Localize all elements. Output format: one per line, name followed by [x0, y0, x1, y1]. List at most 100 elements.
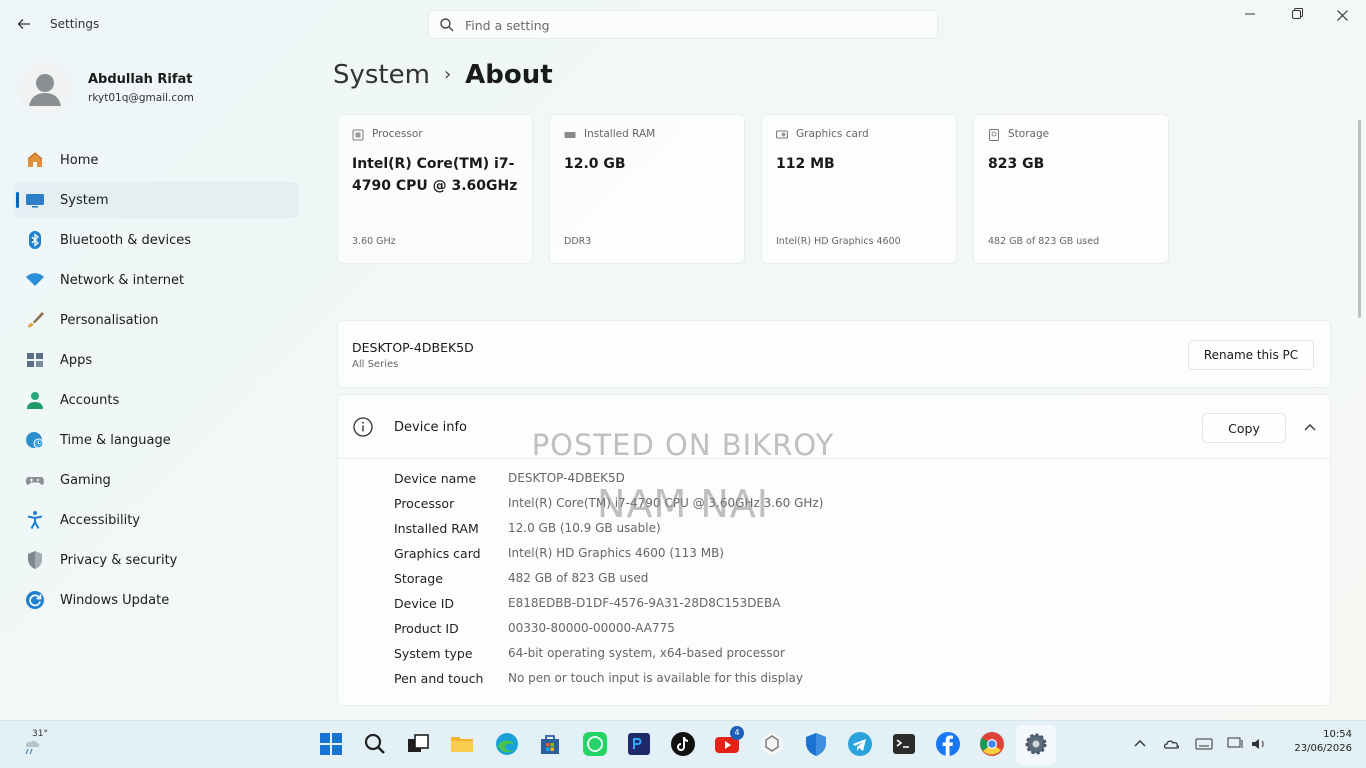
spec-card-value: 823 GB [988, 156, 1045, 172]
pc-series: All Series [352, 359, 399, 370]
keyboard-icon[interactable] [1195, 735, 1213, 753]
clock-date: 23/06/2026 [1294, 743, 1352, 754]
weather-temp: 31° [32, 729, 48, 739]
start-icon[interactable] [318, 731, 344, 757]
sidebar-item-windows-update[interactable]: Windows Update [14, 582, 298, 618]
weather-widget[interactable]: 31° [20, 729, 60, 761]
device-info-key: Device ID [394, 596, 455, 611]
sidebar-item-personalisation[interactable]: Personalisation [14, 302, 298, 338]
terminal-icon[interactable] [891, 731, 917, 757]
display-icon[interactable] [1226, 735, 1244, 753]
sidebar-item-system[interactable]: System [14, 182, 298, 218]
search-input[interactable] [465, 15, 925, 35]
spec-card-ram: Installed RAM 12.0 GB DDR3 [549, 114, 745, 264]
device-info-value: 12.0 GB (10.9 GB usable) [508, 521, 661, 535]
sidebar-item-bluetooth[interactable]: Bluetooth & devices [14, 222, 298, 258]
chevron-up-icon [1304, 424, 1316, 431]
user-profile[interactable]: Abdullah Rifat rkyt01q@gmail.com [18, 62, 278, 118]
copy-button[interactable]: Copy [1202, 413, 1286, 443]
breadcrumb-parent[interactable]: System [333, 60, 430, 90]
device-info-value: DESKTOP-4DBEK5D [508, 471, 625, 485]
app-title: Settings [50, 17, 100, 31]
store-icon[interactable] [537, 731, 563, 757]
brush-icon [28, 312, 44, 328]
sidebar-item-accessibility[interactable]: Accessibility [14, 502, 298, 538]
spec-card-value: 112 MB [776, 156, 835, 172]
close-button[interactable] [1330, 6, 1354, 26]
onedrive-icon[interactable] [1163, 735, 1181, 753]
facebook-icon[interactable] [935, 731, 961, 757]
user-email: rkyt01q@gmail.com [88, 92, 194, 104]
sidebar-item-label: Accounts [60, 393, 120, 408]
device-info-key: Device name [394, 471, 477, 486]
file-explorer-icon[interactable] [449, 731, 475, 757]
spec-card-label: Graphics card [796, 128, 869, 140]
device-info-row: Graphics card Intel(R) HD Graphics 4600 (… [394, 546, 1294, 571]
sidebar-item-network[interactable]: Network & internet [14, 262, 298, 298]
settings-icon[interactable] [1023, 731, 1049, 757]
taskbar: 31° 4 10:54 23/06/2026 [0, 720, 1366, 768]
device-info-value: 482 GB of 823 GB used [508, 571, 649, 585]
sidebar-item-label: Accessibility [60, 513, 140, 528]
device-info-key: Storage [394, 571, 443, 586]
accounts-icon [27, 392, 43, 409]
device-info-key: Graphics card [394, 546, 481, 561]
update-icon [26, 591, 44, 609]
youtube-app[interactable]: 4 [714, 726, 744, 757]
avatar-person-icon [29, 74, 61, 106]
sidebar-item-privacy[interactable]: Privacy & security [14, 542, 298, 578]
clock[interactable]: 10:54 23/06/2026 [1280, 729, 1352, 754]
device-info-row: Storage 482 GB of 823 GB used [394, 571, 1294, 596]
spec-card-value: Intel(R) Core(TM) i7-4790 CPU @ 3.60GHz [352, 156, 518, 194]
edge-icon[interactable] [494, 731, 520, 757]
collapse-button[interactable] [1298, 415, 1322, 439]
chevron-up-icon[interactable] [1131, 735, 1149, 753]
pc-name: DESKTOP-4DBEK5D [352, 340, 474, 355]
sidebar-item-label: Network & internet [60, 273, 185, 288]
photoshop-icon[interactable] [626, 731, 652, 757]
scrollbar[interactable] [1358, 120, 1361, 318]
wifi-icon [26, 273, 44, 286]
breadcrumb: System › About [333, 60, 553, 90]
sidebar-item-accounts[interactable]: Accounts [14, 382, 298, 418]
device-info-key: Processor [394, 496, 455, 511]
breadcrumb-separator: › [443, 64, 452, 85]
sidebar-item-label: Windows Update [60, 593, 170, 608]
whatsapp-icon[interactable] [582, 731, 608, 757]
search-box[interactable] [428, 10, 938, 39]
back-button[interactable] [12, 12, 36, 36]
device-info-value: Intel(R) HD Graphics 4600 (113 MB) [508, 546, 724, 560]
ram-icon [564, 132, 576, 138]
minimize-button[interactable] [1238, 6, 1262, 26]
search-icon[interactable] [362, 731, 388, 757]
sidebar-item-home[interactable]: Home [14, 142, 298, 178]
telegram-icon[interactable] [847, 731, 873, 757]
spec-card-sub: DDR3 [564, 236, 592, 247]
sidebar-item-label: Home [60, 153, 99, 168]
device-info-value: 64-bit operating system, x64-based proce… [508, 646, 785, 660]
spec-card-sub: 482 GB of 823 GB used [988, 236, 1100, 247]
device-info-value: Intel(R) Core(TM) i7-4790 CPU @ 3.60GHz … [508, 496, 824, 510]
task-view-icon[interactable] [405, 731, 431, 757]
tiktok-icon[interactable] [670, 731, 696, 757]
active-indicator [16, 192, 19, 208]
spec-card-storage: Storage 823 GB 482 GB of 823 GB used [973, 114, 1169, 264]
sidebar-item-apps[interactable]: Apps [14, 342, 298, 378]
chatgpt-icon[interactable] [759, 731, 785, 757]
volume-icon[interactable] [1250, 735, 1268, 753]
sidebar-item-label: Personalisation [60, 313, 159, 328]
spec-card-label: Installed RAM [584, 128, 656, 140]
info-icon [353, 417, 373, 437]
device-info-header[interactable]: Device info Copy [338, 395, 1330, 459]
restore-button[interactable] [1285, 6, 1309, 26]
sidebar-item-time-language[interactable]: Time & language [14, 422, 298, 458]
sidebar-item-gaming[interactable]: Gaming [14, 462, 298, 498]
gamepad-icon [25, 477, 44, 485]
device-info-value: 00330-80000-00000-AA775 [508, 621, 675, 635]
spec-card-label: Processor [372, 128, 423, 140]
rename-pc-button[interactable]: Rename this PC [1188, 340, 1314, 370]
chrome-icon[interactable] [979, 731, 1005, 757]
title-bar: Settings [0, 0, 1366, 48]
close-icon [1336, 10, 1348, 21]
defender-icon[interactable] [803, 731, 829, 757]
